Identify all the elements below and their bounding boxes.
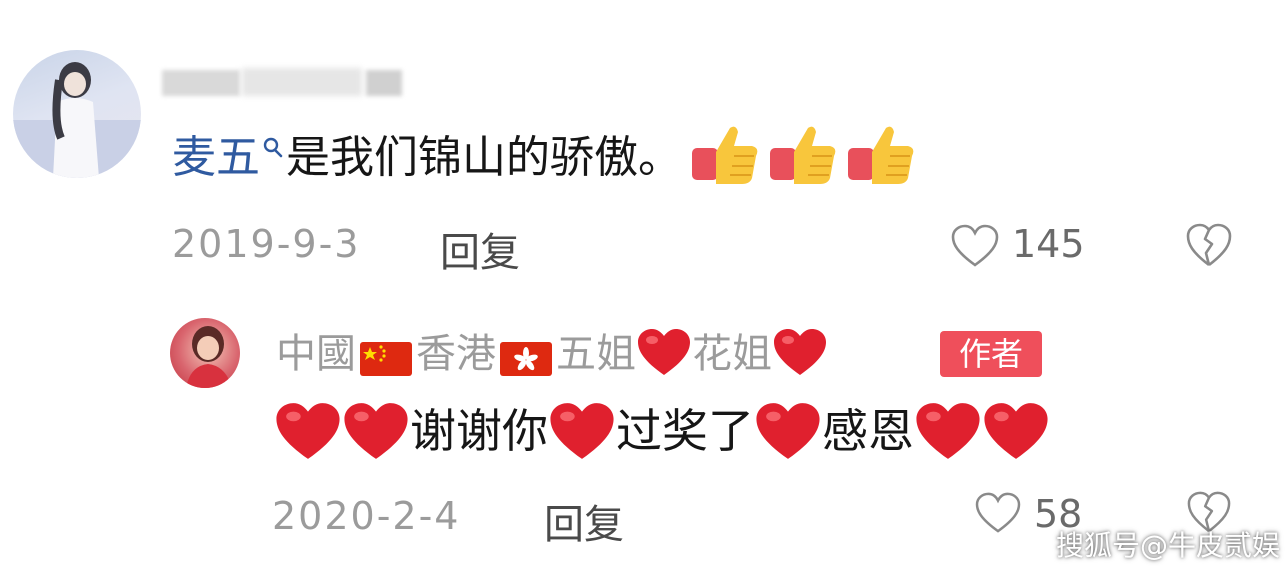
author-avatar[interactable]: [170, 318, 240, 388]
heart-outline-icon[interactable]: [951, 224, 999, 268]
commenter-avatar[interactable]: [13, 50, 141, 178]
author-name[interactable]: 中國 香港 五姐 花姐: [276, 326, 828, 382]
reply-text-part: 过奖了: [616, 404, 754, 458]
name-part: 中國: [276, 331, 356, 377]
red-heart-icon: [548, 400, 616, 462]
reply-text-part: 感恩: [822, 404, 914, 458]
red-heart-icon: [982, 400, 1050, 462]
commenter-username-blurred: [162, 66, 402, 100]
red-heart-icon: [274, 400, 342, 462]
comment-body: 是我们锦山的骄傲。: [286, 132, 682, 183]
reply-text-part: 谢谢你: [410, 404, 548, 458]
broken-heart-icon[interactable]: [1186, 222, 1232, 268]
author-badge: 作者: [940, 331, 1042, 377]
red-heart-icon: [754, 400, 822, 462]
name-part: 花姐: [692, 331, 772, 377]
red-heart-icon: [636, 327, 692, 377]
thumbs-up-icon: [846, 122, 916, 186]
red-heart-icon: [772, 327, 828, 377]
comment-text: 麦五 是我们锦山的骄傲。: [172, 126, 916, 190]
reply-button[interactable]: 回复: [544, 492, 624, 550]
comment-date: 2019-9-3: [172, 222, 361, 266]
like-count: 145: [1012, 222, 1085, 266]
red-heart-icon: [914, 400, 982, 462]
name-part: 五姐: [556, 331, 636, 377]
hong-kong-flag-icon: [500, 335, 552, 376]
china-flag-icon: [360, 335, 412, 376]
search-icon[interactable]: [260, 126, 286, 166]
thumbs-up-icon: [690, 122, 760, 186]
red-heart-icon: [342, 400, 410, 462]
thumbs-up-icon: [768, 122, 838, 186]
mention-link[interactable]: 麦五: [172, 132, 260, 183]
reply-button[interactable]: 回复: [440, 220, 520, 278]
name-part: 香港: [416, 331, 496, 377]
reply-text: 谢谢你 过奖了 感恩: [274, 398, 1050, 464]
watermark: 搜狐号@牛皮贰娱: [1056, 529, 1281, 562]
heart-outline-icon[interactable]: [975, 492, 1021, 534]
reply-date: 2020-2-4: [272, 494, 461, 538]
